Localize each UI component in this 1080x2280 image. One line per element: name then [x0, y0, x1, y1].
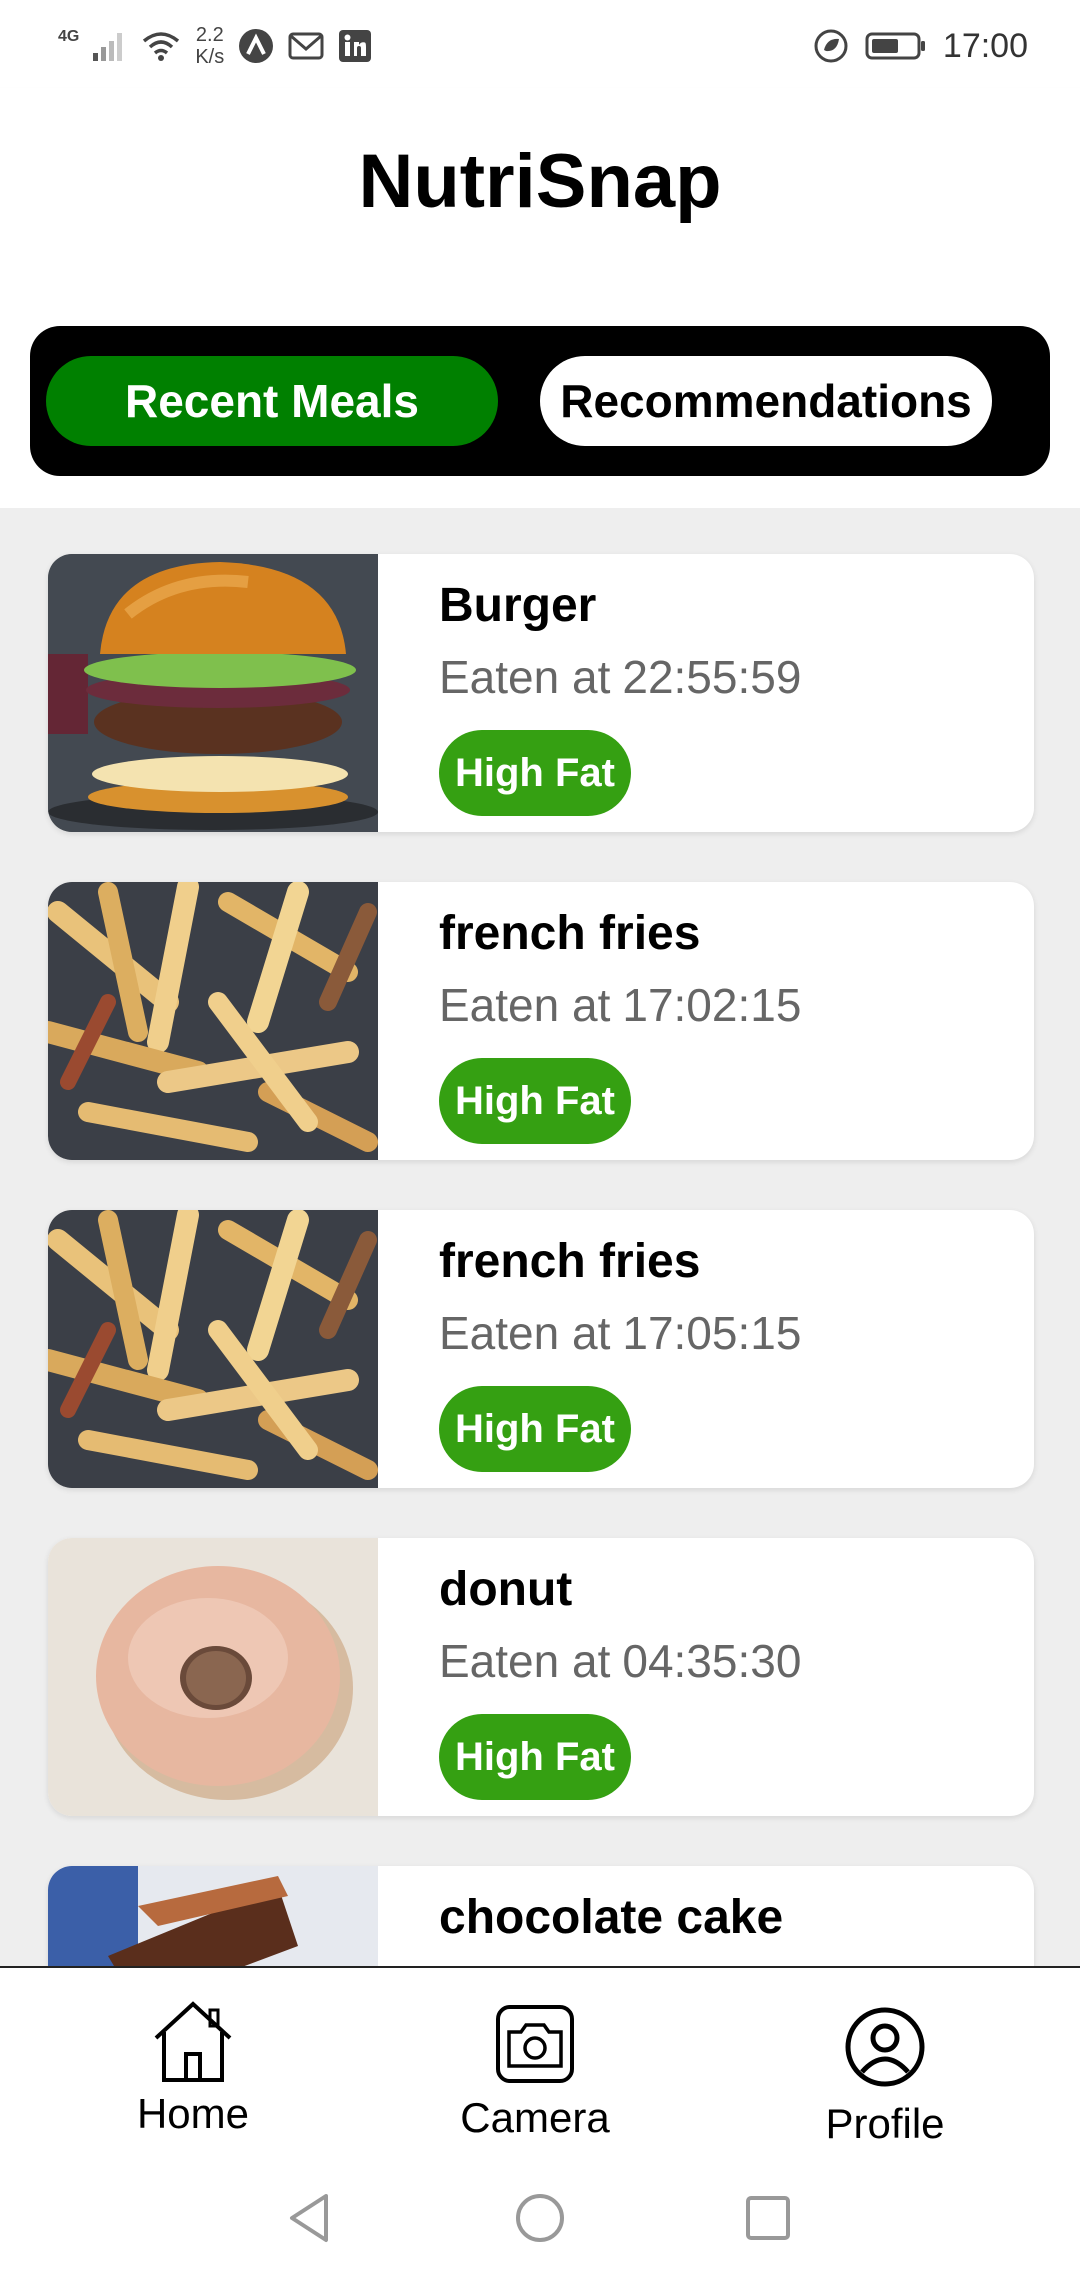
home-circle-icon[interactable]	[514, 2192, 566, 2244]
status-left: 4G 2.2 K/s	[58, 16, 372, 76]
battery-icon	[865, 31, 927, 61]
meal-image-fries	[48, 882, 378, 1160]
high-fat-badge: High Fat	[439, 1386, 631, 1472]
meal-card[interactable]: donut Eaten at 04:35:30 High Fat	[48, 1538, 1034, 1816]
gmail-icon	[288, 31, 324, 61]
meal-time: Eaten at 17:05:15	[439, 1306, 801, 1360]
meal-time-prefix: Eaten at	[439, 1307, 611, 1359]
meal-list[interactable]: Burger Eaten at 22:55:59 High Fat french…	[0, 508, 1080, 1966]
tab-bar: Recent Meals Recommendations	[30, 326, 1050, 476]
high-fat-badge: High Fat	[439, 1714, 631, 1800]
nav-profile-label: Profile	[825, 2100, 945, 2147]
status-right: 17:00	[813, 16, 1028, 76]
meal-image-fries	[48, 1210, 378, 1488]
meal-card[interactable]: Burger Eaten at 22:55:59 High Fat	[48, 554, 1034, 832]
high-fat-badge: High Fat	[439, 730, 631, 816]
linkedin-icon	[338, 29, 372, 63]
eco-icon	[813, 28, 849, 64]
camera-icon	[495, 2004, 575, 2084]
network-type: 4G	[58, 28, 80, 45]
meal-name: chocolate cake	[439, 1891, 784, 1944]
meal-image-donut	[48, 1538, 378, 1816]
meal-name: french fries	[439, 1235, 701, 1288]
meal-time-value: 17:05:15	[622, 1307, 802, 1359]
meal-time-value: 17:02:15	[622, 979, 802, 1031]
tab-recent-meals[interactable]: Recent Meals	[46, 356, 498, 446]
meal-name: Burger	[439, 579, 597, 632]
tab-section: Recent Meals Recommendations	[0, 288, 1080, 508]
back-icon[interactable]	[286, 2192, 332, 2244]
meal-time-value: 22:55:59	[622, 651, 802, 703]
meal-image-burger	[48, 554, 378, 832]
meal-time-prefix: Eaten at	[439, 651, 611, 703]
meal-name: donut	[439, 1563, 573, 1616]
meal-time-prefix: Eaten at	[439, 1635, 611, 1687]
app-header: NutriSnap	[0, 88, 1080, 288]
bottom-nav: Home Camera Profile	[0, 1966, 1080, 2166]
signal-icon	[93, 31, 127, 61]
system-nav-bar	[0, 2166, 1080, 2280]
meal-card[interactable]: french fries Eaten at 17:02:15 High Fat	[48, 882, 1034, 1160]
nav-camera-label: Camera	[460, 2094, 610, 2141]
meal-time: Eaten at 04:35:30	[439, 1634, 801, 1688]
meal-time: Eaten at 22:55:59	[439, 650, 801, 704]
meal-time-value: 04:35:30	[622, 1635, 802, 1687]
meal-image-cake	[48, 1866, 378, 1966]
app-a-icon	[238, 28, 274, 64]
high-fat-badge: High Fat	[439, 1058, 631, 1144]
meal-card[interactable]: french fries Eaten at 17:05:15 High Fat	[48, 1210, 1034, 1488]
status-bar: 4G 2.2 K/s 17:00	[0, 0, 1080, 88]
tab-recommendations[interactable]: Recommendations	[540, 356, 992, 446]
meal-card[interactable]: chocolate cake	[48, 1866, 1034, 1966]
nav-home-label: Home	[136, 2090, 250, 2137]
home-icon	[148, 1998, 238, 2084]
profile-icon	[844, 2006, 926, 2088]
wifi-icon	[141, 30, 181, 62]
clock: 17:00	[942, 26, 1028, 65]
speed-value: 2.2	[195, 24, 224, 46]
app-title: NutriSnap	[358, 139, 722, 224]
network-speed: 2.2 K/s	[195, 24, 224, 68]
meal-time: Eaten at 17:02:15	[439, 978, 801, 1032]
meal-time-prefix: Eaten at	[439, 979, 611, 1031]
meal-name: french fries	[439, 907, 701, 960]
speed-unit: K/s	[195, 46, 225, 68]
recents-icon[interactable]	[744, 2194, 792, 2242]
